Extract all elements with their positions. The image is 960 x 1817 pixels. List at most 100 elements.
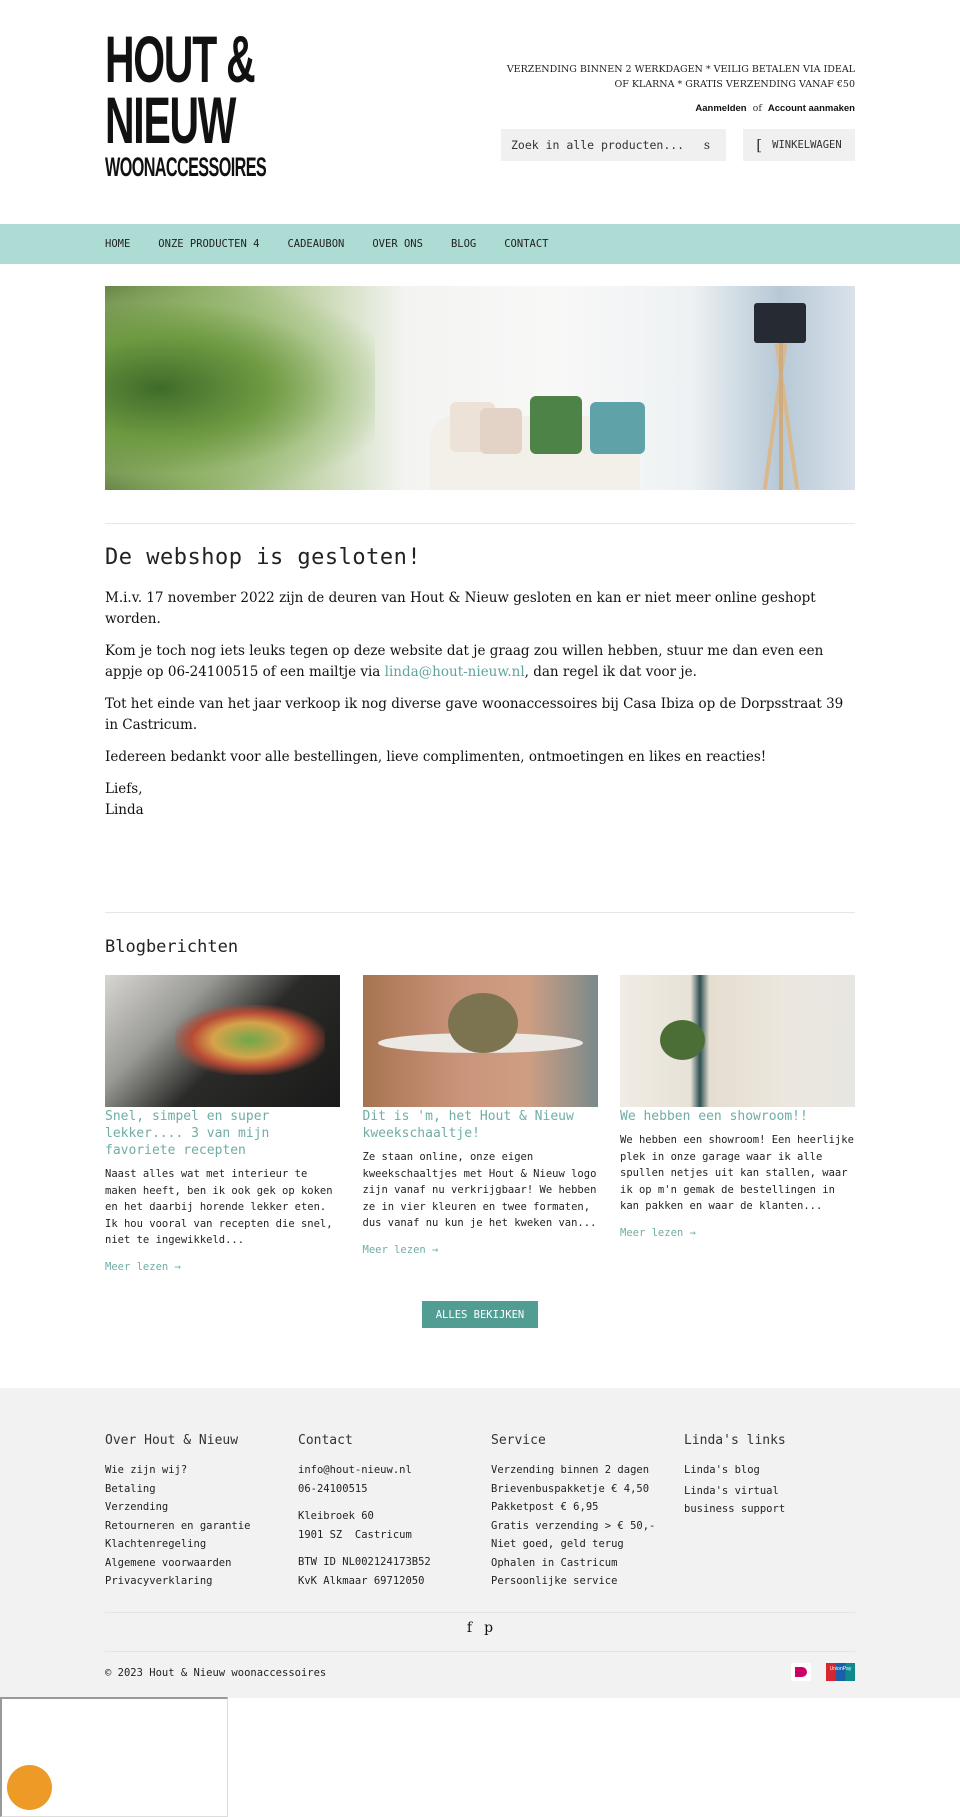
- contact-street: Kleibroek 60: [298, 1510, 374, 1522]
- contact-vat: BTW ID NL002124173B52: [298, 1556, 431, 1568]
- nav-item-about[interactable]: OVER ONS: [372, 238, 423, 250]
- divider: [105, 912, 855, 913]
- signature-name: Linda: [105, 802, 144, 818]
- site-footer: Over Hout & Nieuw Wie zijn wij? Betaling…: [0, 1388, 960, 1698]
- cart-label: WINKELWAGEN: [772, 139, 842, 151]
- footer-link[interactable]: Algemene voorwaarden: [105, 1554, 298, 1573]
- footer-column-service: Service Verzending binnen 2 dagen Brieve…: [491, 1433, 684, 1591]
- nav-item-giftcard[interactable]: CADEAUBON: [287, 238, 344, 250]
- site-header: HOUT & NIEUW WOONACCESSOIRES VERZENDING …: [0, 0, 960, 224]
- search-input[interactable]: Zoek in alle producten... s: [501, 129, 726, 161]
- footer-column-title: Over Hout & Nieuw: [105, 1433, 239, 1448]
- blog-post-excerpt: We hebben een showroom! Een heerlijke pl…: [620, 1134, 854, 1212]
- email-link[interactable]: linda@hout-nieuw.nl: [385, 664, 525, 680]
- logo-line-1: HOUT &: [105, 22, 256, 96]
- hero-pillow: [590, 402, 645, 454]
- signature: Liefs, Linda: [105, 779, 855, 821]
- blog-post: We hebben een showroom!! We hebben een s…: [620, 975, 855, 1273]
- chat-launcher-button[interactable]: [7, 1765, 52, 1810]
- hero-lamp-leg: [762, 343, 788, 490]
- blog-post-title[interactable]: Dit is 'm, het Hout & Nieuw kweekschaalt…: [363, 1108, 598, 1142]
- footer-link[interactable]: Klachtenregeling: [105, 1535, 298, 1554]
- unionpay-icon: UnionPay: [826, 1663, 855, 1681]
- footer-column-title: Service: [491, 1433, 546, 1448]
- main-nav: HOME ONZE PRODUCTEN 4 CADEAUBON OVER ONS…: [0, 224, 960, 264]
- pinterest-icon[interactable]: p: [484, 1620, 493, 1636]
- blog-post-image[interactable]: [620, 975, 855, 1107]
- cart-button[interactable]: [ WINKELWAGEN: [743, 129, 855, 161]
- logo-line-3: WOONACCESSOIRES: [105, 151, 267, 182]
- footer-link[interactable]: Retourneren en garantie: [105, 1517, 298, 1536]
- search-icon[interactable]: s: [704, 138, 710, 152]
- footer-link[interactable]: Verzending: [105, 1498, 298, 1517]
- cart-icon: [: [756, 136, 763, 154]
- blog-section-title: Blogberichten: [105, 937, 239, 957]
- hero-image: [105, 286, 855, 490]
- notice-paragraph-4: Iedereen bedankt voor alle bestellingen,…: [105, 749, 767, 765]
- logo-line-2: NIEUW: [105, 83, 236, 158]
- view-all-button[interactable]: ALLES BEKIJKEN: [422, 1301, 538, 1328]
- service-line: Ophalen in Castricum: [491, 1556, 618, 1569]
- register-link[interactable]: Account aanmaken: [768, 103, 855, 114]
- service-line: Niet goed, geld terug: [491, 1538, 624, 1550]
- facebook-icon[interactable]: f: [467, 1620, 472, 1636]
- page-title: De webshop is gesloten!: [105, 545, 422, 570]
- footer-column-about: Over Hout & Nieuw Wie zijn wij? Betaling…: [105, 1433, 298, 1591]
- service-line: Persoonlijke service: [491, 1575, 618, 1587]
- read-more-link[interactable]: Meer lezen →: [105, 1261, 340, 1273]
- footer-link[interactable]: Privacyverklaring: [105, 1572, 298, 1591]
- blog-post-excerpt: Ze staan online, onze eigen kweekschaalt…: [362, 1151, 597, 1229]
- nav-item-products[interactable]: ONZE PRODUCTEN 4: [158, 238, 259, 250]
- footer-link[interactable]: Wie zijn wij?: [105, 1461, 298, 1480]
- nav-item-home[interactable]: HOME: [105, 238, 130, 250]
- contact-kvk: KvK Alkmaar 69712050: [298, 1574, 425, 1587]
- p2-text-after: , dan regel ik dat voor je.: [524, 664, 697, 680]
- footer-link[interactable]: Linda's blog: [684, 1461, 834, 1480]
- divider: [105, 1651, 855, 1652]
- hero-pillow: [480, 408, 522, 454]
- footer-link[interactable]: Betaling: [105, 1480, 298, 1499]
- account-separator: of: [752, 103, 762, 114]
- notice-paragraph-1: M.i.v. 17 november 2022 zijn de deuren v…: [105, 590, 816, 627]
- footer-link[interactable]: Linda's virtual business support: [684, 1482, 834, 1519]
- footer-column-links: Linda's links Linda's blog Linda's virtu…: [684, 1433, 834, 1591]
- hero-lamp-leg: [779, 343, 783, 490]
- divider: [105, 1612, 855, 1613]
- blog-post-title[interactable]: Snel, simpel en super lekker.... 3 van m…: [105, 1108, 340, 1159]
- service-line: Gratis verzending > € 50,-: [491, 1519, 656, 1532]
- read-more-link[interactable]: Meer lezen →: [620, 1227, 855, 1239]
- blog-post-image[interactable]: [362, 975, 598, 1107]
- closing-notice: De webshop is gesloten! M.i.v. 17 novemb…: [105, 545, 855, 832]
- blog-post-image[interactable]: [105, 975, 340, 1107]
- contact-city: 1901 SZ Castricum: [298, 1528, 412, 1541]
- nav-item-blog[interactable]: BLOG: [451, 238, 476, 250]
- nav-item-contact[interactable]: CONTACT: [504, 238, 548, 250]
- signature-greeting: Liefs,: [105, 781, 143, 797]
- contact-email[interactable]: info@hout-nieuw.nl: [298, 1461, 491, 1480]
- chat-widget-frame: [0, 1697, 228, 1817]
- site-logo[interactable]: HOUT & NIEUW WOONACCESSOIRES: [105, 22, 267, 182]
- blog-post: Dit is 'm, het Hout & Nieuw kweekschaalt…: [362, 975, 598, 1273]
- footer-column-title: Linda's links: [684, 1433, 786, 1448]
- copyright: © 2023 Hout & Nieuw woonaccessoires: [105, 1667, 327, 1679]
- ideal-icon: [791, 1663, 811, 1681]
- service-line: Brievenbuspakketje € 4,50: [491, 1482, 650, 1495]
- contact-phone: 06-24100515: [298, 1482, 368, 1495]
- footer-column-title: Contact: [298, 1433, 353, 1448]
- usp-banner: VERZENDING BINNEN 2 WERKDAGEN * VEILIG B…: [506, 64, 855, 90]
- login-link[interactable]: Aanmelden: [695, 103, 746, 114]
- hero-pillow: [530, 396, 582, 454]
- social-links: fp: [0, 1620, 960, 1636]
- blog-post-excerpt: Naast alles wat met interieur te maken h…: [105, 1168, 333, 1246]
- search-placeholder: Zoek in alle producten...: [511, 138, 685, 152]
- service-line: Verzending binnen 2 dagen: [491, 1464, 650, 1476]
- footer-column-contact: Contact info@hout-nieuw.nl 06-24100515 K…: [298, 1433, 491, 1591]
- notice-paragraph-2: Kom je toch nog iets leuks tegen op deze…: [105, 641, 855, 683]
- hero-lamp-shade: [754, 303, 806, 343]
- blog-post: Snel, simpel en super lekker.... 3 van m…: [105, 975, 340, 1273]
- blog-post-title[interactable]: We hebben een showroom!!: [620, 1108, 855, 1125]
- blog-grid: Snel, simpel en super lekker.... 3 van m…: [105, 975, 855, 1273]
- read-more-link[interactable]: Meer lezen →: [363, 1244, 598, 1256]
- hero-palm: [105, 286, 375, 490]
- notice-paragraph-3: Tot het einde van het jaar verkoop ik no…: [105, 696, 844, 733]
